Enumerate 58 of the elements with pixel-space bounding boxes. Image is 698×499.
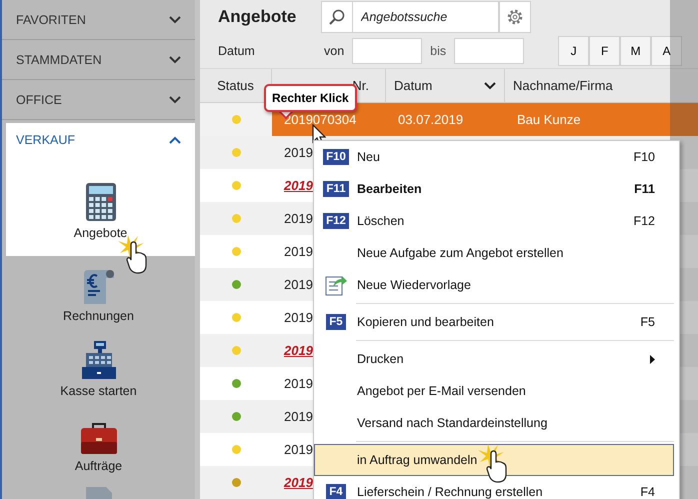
key-badge: F11 bbox=[323, 181, 349, 197]
menu-item[interactable]: F4 Lieferschein / Rechnung erstellen F4 bbox=[314, 476, 674, 499]
number-cell: 2019 bbox=[284, 244, 313, 259]
column-header[interactable]: Nachname/Firma bbox=[505, 69, 698, 102]
menu-item[interactable]: Neue Aufgabe zum Angebot erstellen bbox=[314, 237, 674, 269]
briefcase-icon bbox=[80, 422, 116, 454]
nav-item[interactable]: Aufträge bbox=[2, 406, 195, 481]
menu-item[interactable]: Drucken bbox=[314, 343, 674, 375]
number-cell: 2019 bbox=[284, 310, 313, 325]
column-header[interactable]: Datum bbox=[386, 69, 505, 102]
menu-item[interactable]: F5 Kopieren und bearbeiten F5 bbox=[314, 306, 674, 338]
key-badge: F10 bbox=[323, 149, 349, 165]
number-cell: 2019 bbox=[284, 475, 313, 490]
follow-up-icon bbox=[325, 274, 347, 296]
submenu-arrow-icon bbox=[650, 354, 655, 364]
from-date-field[interactable] bbox=[352, 38, 422, 64]
chevron-down-icon bbox=[169, 56, 181, 64]
number-cell: 2019 bbox=[284, 145, 313, 160]
search-button[interactable] bbox=[321, 1, 353, 34]
key-badge: F5 bbox=[326, 314, 346, 330]
chevron-up-icon bbox=[169, 136, 181, 144]
menu-item[interactable]: in Auftrag umwandeln bbox=[314, 444, 674, 476]
key-badge: F4 bbox=[326, 484, 346, 499]
page-title: Angebote bbox=[218, 7, 298, 28]
number-cell: 2019 bbox=[284, 442, 313, 457]
number-cell: 2019 bbox=[284, 178, 313, 193]
month-button[interactable]: F bbox=[589, 36, 620, 66]
settings-icon bbox=[506, 8, 524, 26]
settings-button[interactable] bbox=[499, 1, 531, 34]
nav-item[interactable]: Kasse starten bbox=[2, 331, 195, 406]
month-button[interactable]: M bbox=[620, 36, 652, 66]
document-icon[interactable] bbox=[84, 487, 114, 499]
invoice-icon bbox=[82, 268, 116, 304]
chevron-down-icon bbox=[169, 96, 181, 104]
filter-label: Datum bbox=[218, 44, 256, 58]
menu-item[interactable]: F11 Bearbeiten F11 bbox=[314, 173, 674, 205]
from-label: von bbox=[324, 44, 344, 58]
menu-item[interactable]: Versand nach Standardeinstellung bbox=[314, 407, 674, 439]
month-button[interactable]: J bbox=[558, 36, 590, 66]
menu-item[interactable]: Angebot per E-Mail versenden bbox=[314, 375, 674, 407]
to-label: bis bbox=[430, 44, 446, 58]
cash-register-icon bbox=[82, 341, 116, 379]
menu-item[interactable]: Neue Wiedervorlage bbox=[314, 269, 674, 301]
chevron-down-icon bbox=[169, 16, 181, 24]
menu-item[interactable]: F10 Neu F10 bbox=[314, 141, 674, 173]
number-cell: 2019 bbox=[284, 211, 313, 226]
search-icon bbox=[329, 9, 345, 26]
number-cell: 2019 bbox=[284, 376, 313, 391]
date-cell: 03.07.2019 bbox=[398, 112, 464, 127]
key-badge: F12 bbox=[323, 213, 349, 229]
menu-item[interactable]: F12 Löschen F12 bbox=[314, 205, 674, 237]
month-button[interactable]: A bbox=[651, 36, 682, 66]
name-cell: Bau Kunze bbox=[517, 112, 581, 127]
to-date-field[interactable] bbox=[454, 38, 524, 64]
number-cell: 2019 bbox=[284, 409, 313, 424]
number-cell: 2019 bbox=[284, 343, 313, 358]
number-cell: 2019 bbox=[284, 277, 313, 292]
calculator-icon bbox=[86, 183, 116, 221]
